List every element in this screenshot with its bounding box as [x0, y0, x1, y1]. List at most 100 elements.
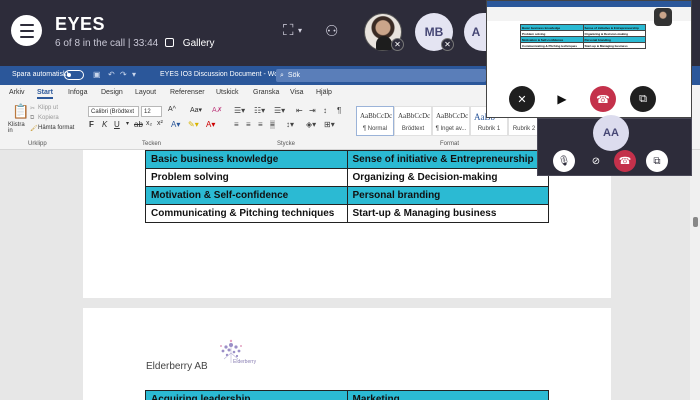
font-size-dropdown[interactable]: 12 — [141, 106, 162, 117]
tab-hjalp[interactable]: Hjälp — [316, 89, 332, 96]
strikethrough-icon[interactable]: ab — [134, 120, 143, 129]
search-box[interactable]: ⌕ Sök — [276, 69, 486, 82]
tab-layout[interactable]: Layout — [135, 89, 156, 96]
participant-avatar[interactable]: A — [464, 13, 488, 51]
mic-off-icon: ✕ — [441, 38, 454, 51]
logo-company-name: Elderberry AB — [146, 361, 208, 372]
hang-up-icon[interactable]: ☎ — [614, 150, 636, 172]
hang-up-icon[interactable]: ☎ — [590, 86, 616, 112]
bullets-icon[interactable]: ☰▾ — [234, 106, 245, 115]
align-right-icon[interactable]: ≡ — [258, 120, 263, 129]
table-cell[interactable]: Acquiring leadership — [145, 390, 348, 400]
text-effects-icon[interactable]: A▾ — [171, 120, 180, 129]
save-icon[interactable]: ▣ — [93, 70, 101, 79]
pop-out-icon[interactable]: ⧉ — [630, 86, 656, 112]
style-brodtext[interactable]: AaBbCcDc Brödtext — [394, 106, 432, 136]
group-label-font: Tecken — [142, 141, 162, 147]
undo-icon[interactable]: ↶ — [108, 70, 115, 79]
hamburger-icon — [19, 29, 34, 32]
sort-icon[interactable]: ↕ — [323, 106, 327, 115]
skills-table-2: Acquiring leadership Marketing — [145, 390, 549, 400]
italic-icon[interactable]: K — [102, 120, 107, 129]
redo-icon[interactable]: ↷ — [120, 70, 127, 79]
table-cell[interactable]: Sense of initiative & Entrepreneurship — [346, 150, 549, 169]
hamburger-icon — [19, 35, 34, 38]
autosave-toggle[interactable] — [64, 70, 84, 80]
table-cell: Start-up & Managing business — [582, 42, 646, 49]
table-cell[interactable]: Marketing — [346, 390, 549, 400]
style-preview: AaBbCcDc — [436, 112, 469, 120]
tab-visa[interactable]: Visa — [290, 89, 304, 96]
borders-icon[interactable]: ⊞▾ — [324, 120, 335, 129]
clear-format-icon[interactable]: A✗ — [212, 106, 223, 114]
cut-button[interactable]: Klipp ut — [38, 105, 58, 111]
paste-label[interactable]: Klistra in — [8, 122, 28, 134]
document-page[interactable] — [83, 308, 611, 400]
vertical-scrollbar[interactable] — [690, 150, 700, 400]
tab-arkiv[interactable]: Arkiv — [9, 89, 25, 96]
menu-button[interactable] — [11, 15, 42, 46]
presenter-thumbnail — [654, 8, 672, 26]
style-name: Rubrik 1 — [477, 126, 501, 132]
style-inget-avstand[interactable]: AaBbCcDc ¶ Inget av... — [432, 106, 470, 136]
copy-button[interactable]: Kopiera — [38, 115, 59, 121]
tab-utskick[interactable]: Utskick — [216, 89, 239, 96]
align-left-icon[interactable]: ≡ — [234, 120, 239, 129]
multilevel-list-icon[interactable]: ☰▾ — [274, 106, 285, 115]
add-people-icon[interactable]: ⚇ — [325, 22, 338, 40]
align-center-icon[interactable]: ≡ — [246, 120, 251, 129]
scroll-thumb[interactable] — [693, 217, 698, 227]
video-camera-icon[interactable]: ▶ — [549, 86, 575, 112]
table-cell[interactable]: Basic business knowledge — [145, 150, 348, 169]
superscript-icon[interactable]: x² — [157, 120, 163, 127]
skills-table: Basic business knowledge Sense of initia… — [145, 150, 549, 223]
table-cell[interactable]: Start-up & Managing business — [346, 204, 549, 223]
font-color-icon[interactable]: A▾ — [206, 120, 215, 129]
paste-icon[interactable]: 📋 — [12, 103, 29, 120]
style-preview: AaBbCcDc — [360, 112, 393, 120]
video-off-icon[interactable]: ⊘ — [585, 150, 607, 172]
tab-granska[interactable]: Granska — [253, 89, 279, 96]
table-cell[interactable]: Organizing & Decision-making — [346, 168, 549, 187]
tab-referenser[interactable]: Referenser — [170, 89, 205, 96]
view-mode-label[interactable]: Gallery — [183, 38, 215, 49]
style-normal[interactable]: AaBbCcDc ¶ Normal — [356, 106, 394, 136]
pop-out-icon[interactable]: ⧉ — [646, 150, 668, 172]
mic-off-icon[interactable]: ✕ — [509, 86, 535, 112]
tab-design[interactable]: Design — [101, 89, 123, 96]
change-case-icon[interactable]: Aa▾ — [190, 106, 202, 114]
bold-icon[interactable]: F — [89, 120, 94, 129]
gallery-icon — [165, 38, 175, 47]
style-name: Brödtext — [401, 126, 425, 132]
underline-icon[interactable]: U — [114, 120, 120, 129]
call-title: EYES — [55, 14, 106, 34]
tab-infoga[interactable]: Infoga — [68, 89, 87, 96]
layout-icon[interactable]: ⛶ — [283, 22, 294, 39]
chevron-down-icon[interactable]: ▾ — [126, 120, 129, 127]
line-spacing-icon[interactable]: ↕▾ — [286, 120, 294, 129]
call-status: 6 of 8 in the call | 33:44 Gallery — [55, 38, 214, 49]
tab-start[interactable]: Start — [37, 89, 53, 99]
subscript-icon[interactable]: x₂ — [146, 120, 152, 127]
table-row: Communicating & Pitching techniques Star… — [145, 204, 549, 223]
table-cell[interactable]: Motivation & Self-confidence — [145, 186, 348, 205]
table-cell[interactable]: Problem solving — [145, 168, 348, 187]
justify-icon[interactable]: ≡ — [270, 120, 275, 129]
chevron-down-icon[interactable]: ▾ — [298, 26, 302, 35]
format-painter-icon: 🖌 — [30, 126, 38, 132]
customize-icon[interactable]: ▾ — [132, 70, 136, 79]
hamburger-icon — [19, 23, 34, 26]
mic-off-icon: ✕ — [391, 38, 404, 51]
paragraph-marks-icon[interactable]: ¶ — [337, 106, 341, 115]
table-cell[interactable]: Personal branding — [346, 186, 549, 205]
grow-font-icon[interactable]: A^ — [168, 106, 176, 113]
highlight-icon[interactable]: ✎▾ — [188, 120, 199, 129]
decrease-indent-icon[interactable]: ⇤ — [296, 106, 303, 115]
format-painter-button[interactable]: Hämta format — [38, 125, 74, 131]
table-cell[interactable]: Communicating & Pitching techniques — [145, 204, 348, 223]
numbering-icon[interactable]: ☷▾ — [254, 106, 265, 115]
increase-indent-icon[interactable]: ⇥ — [309, 106, 316, 115]
font-name-dropdown[interactable]: Calibri (Brödtext — [88, 106, 139, 117]
shading-icon[interactable]: ◈▾ — [306, 120, 316, 129]
microphone-icon[interactable]: 🎙 — [553, 150, 575, 172]
